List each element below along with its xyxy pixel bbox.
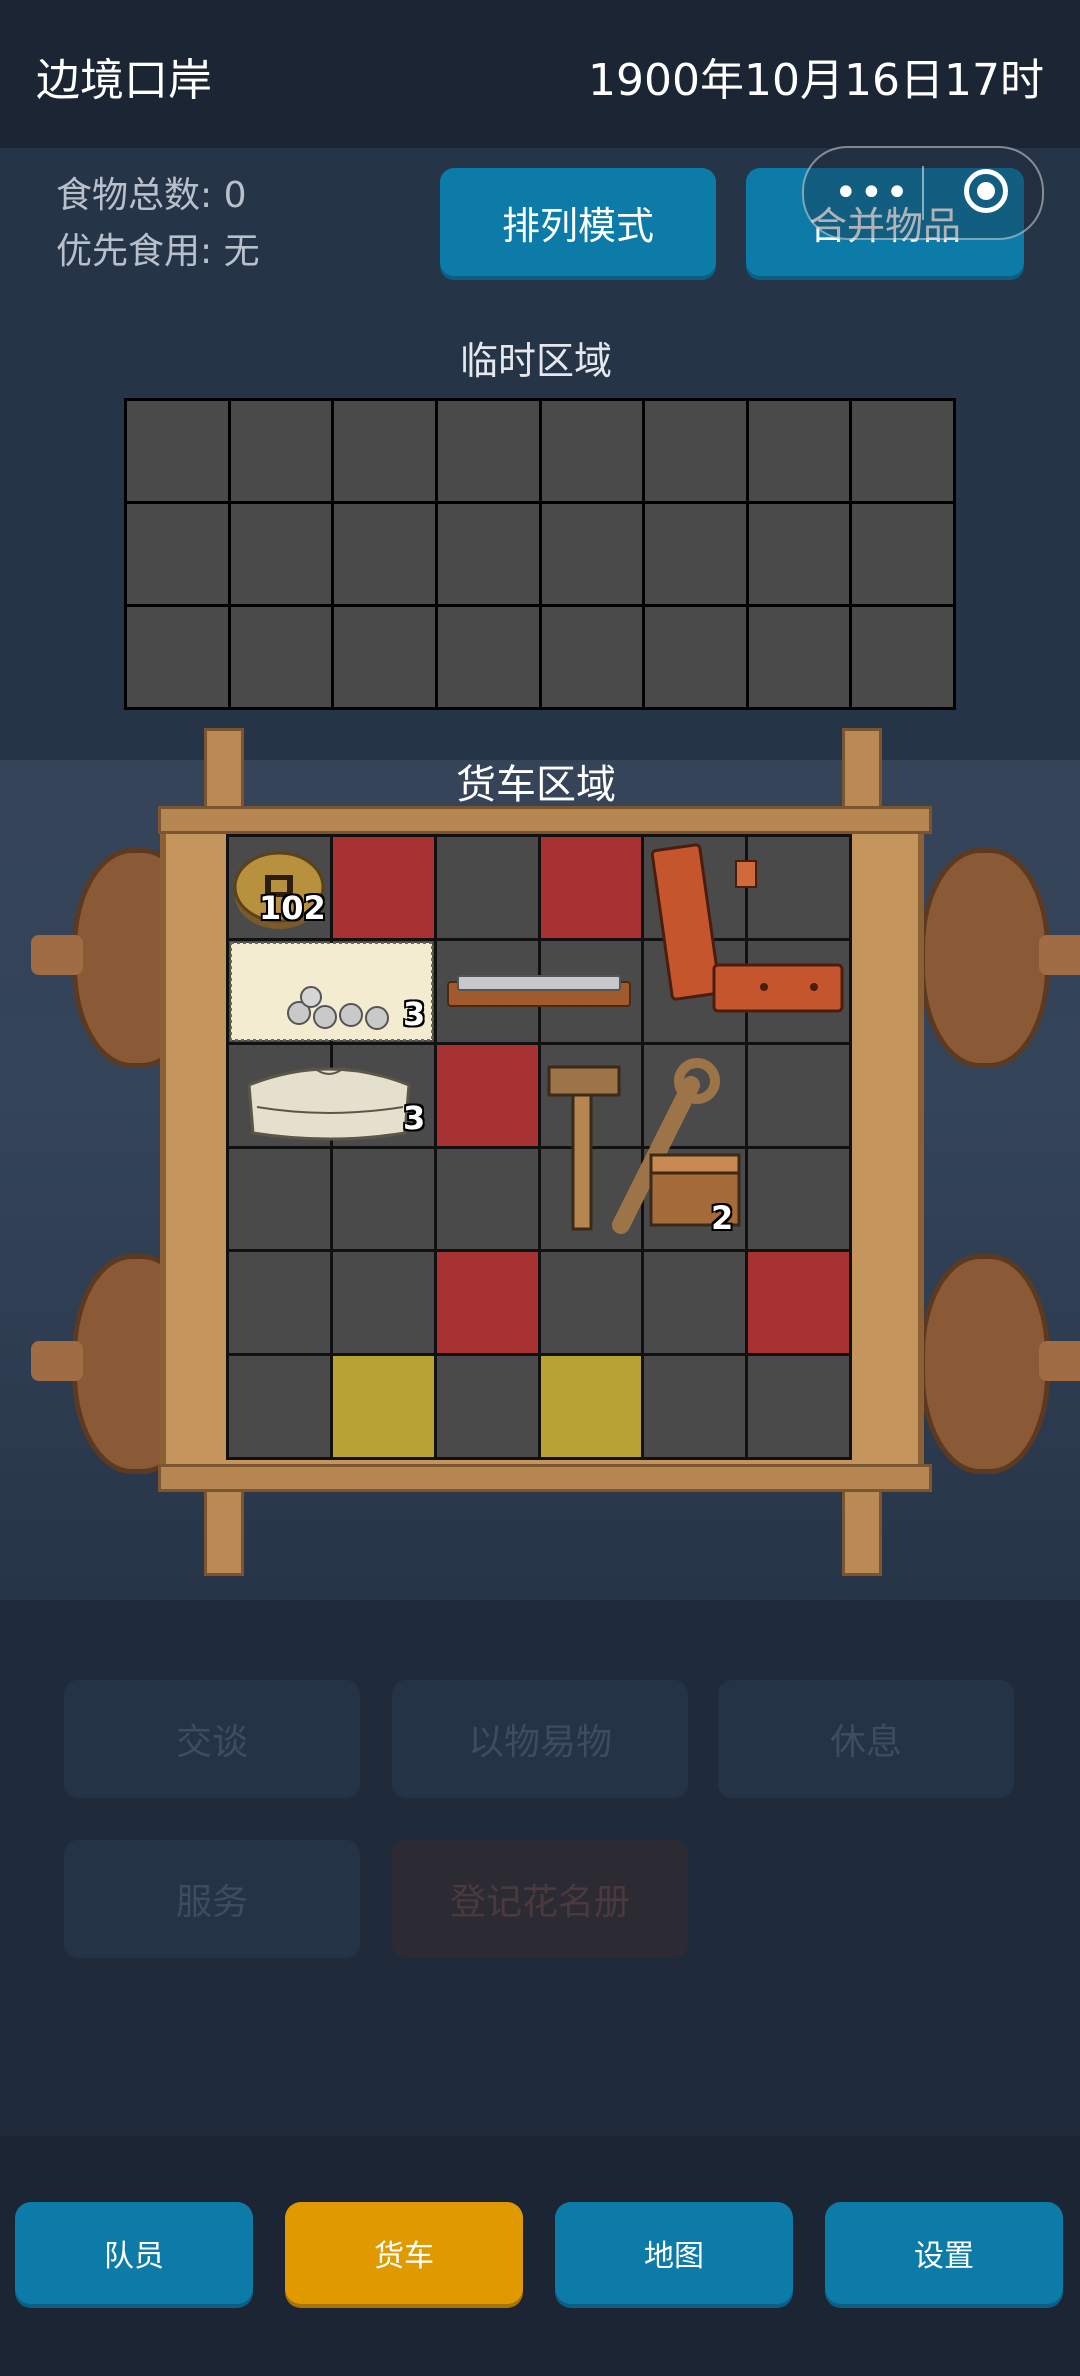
wooden-planks-item[interactable] <box>644 837 849 1042</box>
cart-rail-bottom <box>158 1464 932 1492</box>
cart-slot[interactable] <box>748 1148 849 1250</box>
cart-slot[interactable] <box>436 1148 538 1250</box>
temp-slot[interactable] <box>230 607 332 707</box>
temp-slot[interactable] <box>334 401 435 501</box>
clothes-bundle-item[interactable]: 3 <box>229 1045 434 1146</box>
cart-slot[interactable] <box>748 1044 849 1146</box>
wheel-hub <box>1039 1341 1080 1381</box>
temp-slot[interactable] <box>645 607 746 707</box>
item-count: 3 <box>403 995 426 1033</box>
harmonica-icon <box>447 975 631 1007</box>
temp-slot[interactable] <box>748 401 850 501</box>
cart-area-title: 货车区域 <box>456 762 616 808</box>
temp-slot[interactable] <box>230 401 332 501</box>
cart-wheel <box>920 1254 1080 1474</box>
nav-team-button[interactable]: 队员 <box>15 2202 253 2304</box>
temp-slot[interactable] <box>748 504 850 604</box>
nav-settings-button[interactable]: 设置 <box>825 2202 1063 2304</box>
cart-slot[interactable] <box>332 1148 434 1250</box>
cart-slot-red[interactable] <box>748 1252 849 1354</box>
miniprogram-capsule: ••• <box>802 146 1044 240</box>
temp-slot[interactable] <box>334 607 435 707</box>
item-count: 3 <box>403 1099 426 1137</box>
temp-slot[interactable] <box>541 607 643 707</box>
item-count: 2 <box>711 1199 734 1237</box>
food-info: 食物总数: 0 优先食用: 无 <box>56 168 260 280</box>
cart-slot-red[interactable] <box>332 837 434 938</box>
temp-slot[interactable] <box>437 607 539 707</box>
temp-slot[interactable] <box>852 401 953 501</box>
game-datetime: 1900年10月16日17时 <box>588 55 1044 106</box>
cart-slot[interactable] <box>229 1252 330 1354</box>
temp-slot[interactable] <box>645 401 746 501</box>
wheel-hub <box>1039 935 1080 975</box>
cart-slot[interactable] <box>540 1252 642 1354</box>
food-total: 食物总数: 0 <box>56 175 247 216</box>
temp-slot[interactable] <box>230 504 332 604</box>
cart-slot[interactable] <box>644 1356 746 1457</box>
temp-slot[interactable] <box>852 504 953 604</box>
nav-map-button[interactable]: 地图 <box>555 2202 793 2304</box>
cart-rail-top <box>158 806 932 834</box>
wooden-planks-icon <box>650 843 844 1013</box>
register-roster-button[interactable]: 登记花名册 <box>392 1840 688 1958</box>
capsule-divider <box>922 166 924 220</box>
copper-coin-item[interactable]: 102 <box>229 837 330 938</box>
temp-slot[interactable] <box>852 607 953 707</box>
temp-slot[interactable] <box>127 607 228 707</box>
cart-wheel <box>920 848 1080 1068</box>
cart-slot[interactable] <box>436 1356 538 1457</box>
location-title: 边境口岸 <box>36 55 212 106</box>
temp-slot[interactable] <box>541 504 643 604</box>
target-circle-icon[interactable] <box>964 169 1008 213</box>
talk-button[interactable]: 交谈 <box>64 1680 360 1798</box>
sort-mode-button[interactable]: 排列模式 <box>440 168 716 276</box>
item-count: 102 <box>259 889 326 927</box>
cart-slot[interactable] <box>644 1252 746 1354</box>
temp-area-title: 临时区域 <box>459 339 612 383</box>
temp-slot[interactable] <box>127 504 228 604</box>
temp-area-grid <box>124 398 956 710</box>
silver-coins-item[interactable]: 3 <box>229 941 434 1042</box>
cart-slot[interactable] <box>332 1252 434 1354</box>
cart-slot[interactable] <box>229 1356 330 1457</box>
temp-slot[interactable] <box>645 504 746 604</box>
cart-slot-red[interactable] <box>540 837 642 938</box>
cart-slot[interactable] <box>229 1148 330 1250</box>
food-priority: 优先食用: 无 <box>56 231 260 272</box>
top-bar: 边境口岸 1900年10月16日17时 <box>0 0 1080 148</box>
rest-button[interactable]: 休息 <box>718 1680 1014 1798</box>
barter-button[interactable]: 以物易物 <box>392 1680 688 1798</box>
more-dots-icon[interactable]: ••• <box>834 170 911 216</box>
cart-slot[interactable] <box>748 1356 849 1457</box>
cart-slot-yellow[interactable] <box>332 1356 434 1457</box>
cart-slot-yellow[interactable] <box>540 1356 642 1457</box>
temp-slot[interactable] <box>437 401 539 501</box>
harmonica-item[interactable] <box>444 968 634 1018</box>
wheel-hub <box>31 1341 83 1381</box>
tools-item[interactable]: 2 <box>541 1045 746 1250</box>
nav-cart-button[interactable]: 货车 <box>285 2202 523 2304</box>
temp-slot[interactable] <box>541 401 643 501</box>
service-button[interactable]: 服务 <box>64 1840 360 1958</box>
temp-slot[interactable] <box>127 401 228 501</box>
cart-slot[interactable] <box>436 837 538 938</box>
temp-slot[interactable] <box>748 607 850 707</box>
cart-slot-red[interactable] <box>436 1252 538 1354</box>
cart-slot-red[interactable] <box>436 1044 538 1146</box>
temp-slot[interactable] <box>334 504 435 604</box>
wheel-hub <box>31 935 83 975</box>
temp-slot[interactable] <box>437 504 539 604</box>
